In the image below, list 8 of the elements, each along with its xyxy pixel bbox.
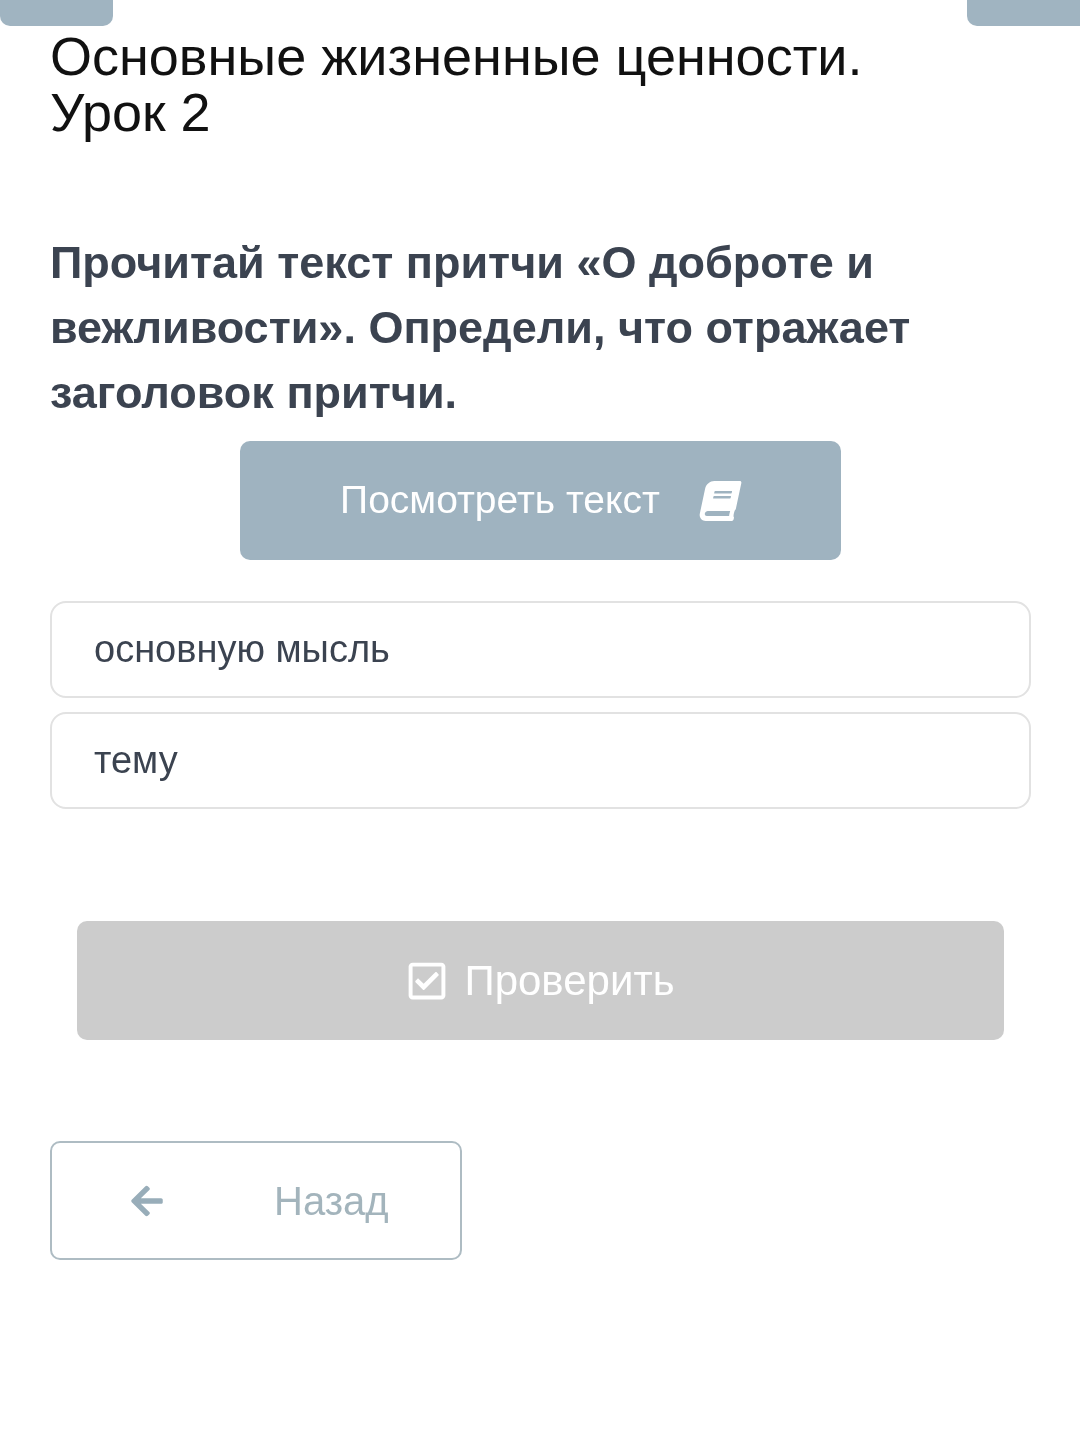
lesson-title: Основные жизненные ценности. Урок 2	[50, 28, 864, 140]
top-button[interactable]	[967, 0, 1080, 26]
top-button[interactable]	[0, 0, 113, 26]
back-button[interactable]: Назад	[50, 1141, 462, 1260]
answer-option[interactable]: тему	[50, 712, 1031, 809]
question-text: Прочитай текст притчи «О доброте и вежливости». Определи, что отражает заголовок притчи.	[50, 236, 912, 420]
view-text-button[interactable]: Посмотреть текст	[239, 441, 841, 560]
answer-option[interactable]: основную мысль	[50, 601, 1031, 698]
